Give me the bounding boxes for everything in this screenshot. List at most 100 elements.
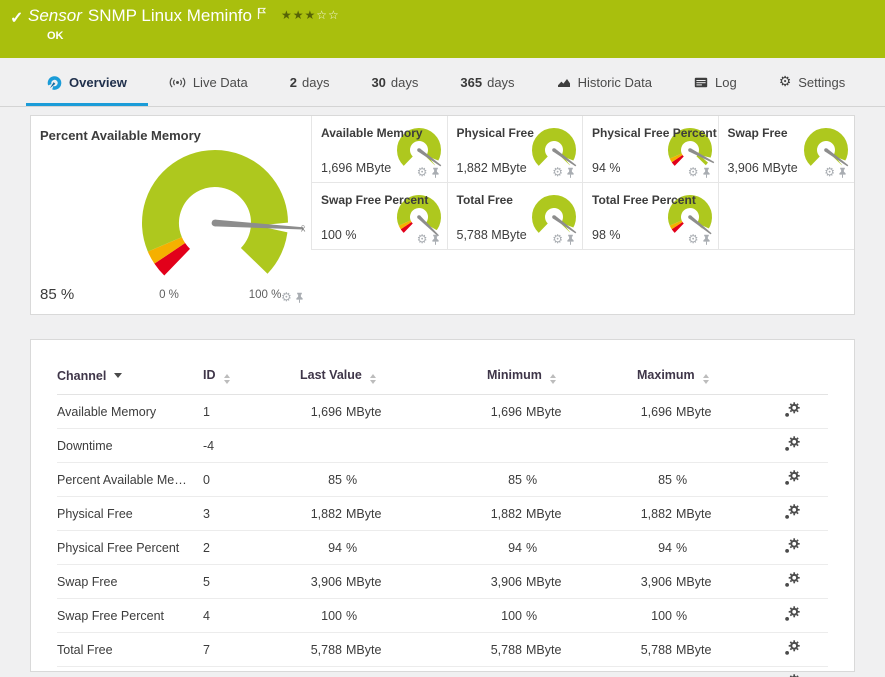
pin-icon[interactable] — [566, 167, 575, 178]
table-row: Available Memory11,696MByte1,696MByte1,6… — [57, 395, 828, 429]
gear-icon[interactable]: ⚙ — [417, 233, 428, 245]
average-marker: x̄ — [301, 223, 306, 233]
tab-bar: OverviewLive Data2days30days365daysHisto… — [0, 58, 885, 107]
check-icon: ✓ — [10, 8, 23, 28]
mini-gauge-empty-cell — [719, 183, 855, 250]
channel-max-value: 98% — [637, 667, 784, 677]
sensor-title-row: Sensor SNMP Linux Meminfo ★★★☆☆ — [28, 6, 340, 26]
value-unit: MByte — [676, 643, 711, 657]
main-gauge-value: 85 % — [40, 286, 74, 303]
tab-number: 365 — [460, 75, 482, 90]
gauge-icon — [47, 75, 62, 90]
pin-icon[interactable] — [838, 167, 847, 178]
value-unit: MByte — [676, 405, 711, 419]
star-icon[interactable]: ☆ — [328, 8, 340, 22]
gear-icon[interactable]: ⚙ — [417, 166, 428, 178]
star-icon[interactable]: ★ — [305, 8, 317, 22]
pin-icon[interactable] — [431, 234, 440, 245]
value-number: 85 — [487, 473, 522, 487]
sensor-kind-label: Sensor — [28, 6, 82, 26]
channel-name: Swap Free — [57, 565, 203, 599]
gear-icon[interactable]: ⚙ — [281, 291, 292, 303]
gear-icon[interactable]: ⚙ — [688, 233, 699, 245]
mini-gauge-title: Physical Free Percent — [592, 126, 717, 140]
channel-settings-cell — [784, 565, 828, 599]
pin-icon[interactable] — [702, 234, 711, 245]
channel-name: Percent Available Memo... — [57, 463, 203, 497]
value-unit: MByte — [346, 405, 381, 419]
mini-gauge-physical-free: Physical Free1,882 MByte⚙ — [448, 116, 584, 183]
channel-id: 5 — [203, 565, 300, 599]
gear-icon[interactable]: ⚙ — [552, 166, 563, 178]
tab-log[interactable]: Log — [673, 58, 758, 106]
value-unit: MByte — [526, 575, 561, 589]
mini-gauge-actions: ⚙ — [417, 166, 440, 178]
gear-icon[interactable]: ⚙ — [552, 233, 563, 245]
channel-id: 7 — [203, 633, 300, 667]
star-icon[interactable]: ☆ — [316, 8, 328, 22]
gear-icon[interactable]: ⚙ — [688, 166, 699, 178]
mini-gauge-title: Swap Free Percent — [321, 193, 428, 207]
gauge-scale-max-label: 100 % — [245, 289, 285, 301]
channel-last-value: 5,788MByte — [300, 633, 487, 667]
channel-settings-icon[interactable] — [784, 504, 800, 520]
channel-settings-icon[interactable] — [784, 606, 800, 622]
channels-table-panel: ChannelIDLast ValueMinimumMaximum Availa… — [30, 339, 855, 672]
table-row: Swap Free53,906MByte3,906MByte3,906MByte — [57, 565, 828, 599]
percent-available-memory-gauge: x̄ — [131, 141, 309, 301]
tab-30-days[interactable]: 30days — [350, 58, 439, 106]
tab-historic-data[interactable]: Historic Data — [536, 58, 673, 106]
pin-icon[interactable] — [295, 292, 304, 303]
tab-label: days — [302, 75, 329, 90]
live-data-icon — [169, 76, 186, 89]
column-header-last-value[interactable]: Last Value — [300, 358, 487, 395]
star-icon[interactable]: ★ — [281, 8, 293, 22]
column-header-channel[interactable]: Channel — [57, 358, 203, 395]
value-unit: % — [526, 609, 537, 623]
pin-icon[interactable] — [431, 167, 440, 178]
channel-id: 6 — [203, 667, 300, 677]
channel-settings-icon[interactable] — [784, 640, 800, 656]
column-header-maximum[interactable]: Maximum — [637, 358, 784, 395]
channel-max-value: 1,696MByte — [637, 395, 784, 429]
column-header-id[interactable]: ID — [203, 358, 300, 395]
channel-settings-icon[interactable] — [784, 572, 800, 588]
gear-icon[interactable]: ⚙ — [824, 166, 835, 178]
channel-settings-icon[interactable] — [784, 436, 800, 452]
tab-live-data[interactable]: Live Data — [148, 58, 269, 106]
mini-gauge-value: 94 % — [592, 161, 621, 175]
star-icon[interactable]: ★ — [293, 8, 305, 22]
channel-last-value: 100% — [300, 599, 487, 633]
channel-settings-icon[interactable] — [784, 470, 800, 486]
pin-icon[interactable] — [566, 234, 575, 245]
priority-stars[interactable]: ★★★☆☆ — [281, 9, 340, 21]
channel-settings-icon[interactable] — [784, 538, 800, 554]
column-label: ID — [203, 368, 216, 382]
channel-last-value — [300, 429, 487, 463]
sensor-header: ✓ Sensor SNMP Linux Meminfo ★★★☆☆ OK — [0, 0, 885, 58]
pin-icon[interactable] — [702, 167, 711, 178]
mini-gauge-available-memory: Available Memory1,696 MByte⚙ — [312, 116, 448, 183]
mini-gauge-total-free: Total Free5,788 MByte⚙ — [448, 183, 584, 250]
gear-icon: ⚙ — [779, 75, 792, 89]
tab-2-days[interactable]: 2days — [269, 58, 351, 106]
channel-max-value: 94% — [637, 531, 784, 565]
tab-overview[interactable]: Overview — [26, 58, 148, 106]
prtg-sensor-page: ✓ Sensor SNMP Linux Meminfo ★★★☆☆ OK Ove… — [0, 0, 885, 677]
column-header-minimum[interactable]: Minimum — [487, 358, 637, 395]
tab-settings[interactable]: ⚙Settings — [758, 58, 867, 106]
channel-min-value: 94% — [487, 531, 637, 565]
channel-settings-cell — [784, 599, 828, 633]
tab-365-days[interactable]: 365days — [439, 58, 535, 106]
channel-id: -4 — [203, 429, 300, 463]
mini-gauge-swap-free-percent: Swap Free Percent100 %⚙ — [312, 183, 448, 250]
channel-last-value: 1,696MByte — [300, 395, 487, 429]
channel-settings-cell — [784, 531, 828, 565]
mini-gauge-actions: ⚙ — [552, 233, 575, 245]
channel-settings-icon[interactable] — [784, 402, 800, 418]
channel-max-value: 1,882MByte — [637, 497, 784, 531]
value-number: 94 — [637, 541, 672, 555]
flag-slot[interactable] — [257, 7, 267, 25]
value-unit: % — [346, 609, 357, 623]
channel-min-value: 3,906MByte — [487, 565, 637, 599]
